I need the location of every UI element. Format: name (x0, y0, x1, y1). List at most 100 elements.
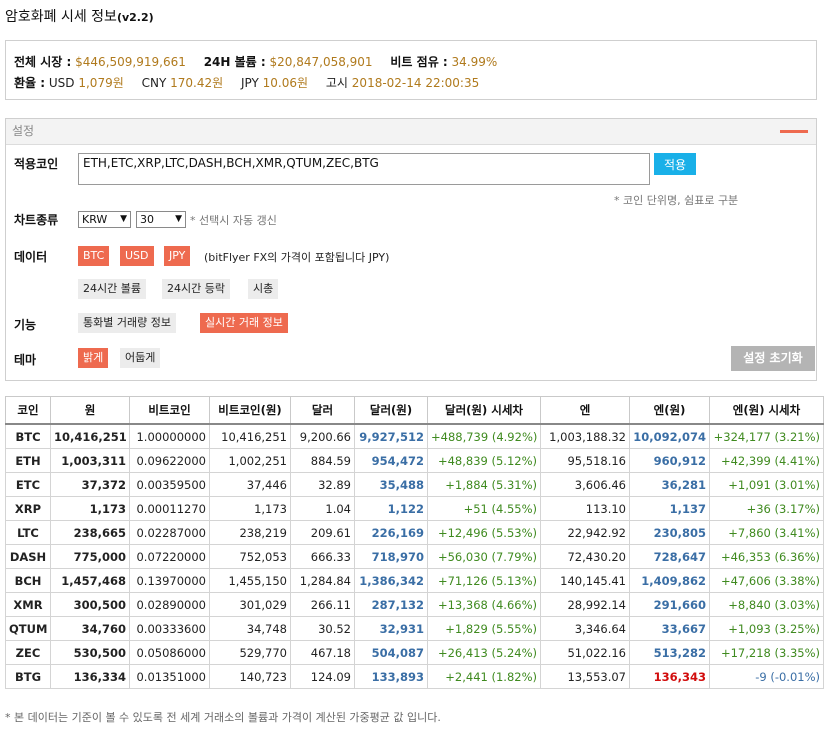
feature-label: 기능 (14, 318, 37, 332)
chart-type-label: 차트종류 (14, 213, 59, 227)
cell-btc-krw: 1,455,150 (209, 568, 291, 593)
chart-period-value: 30 (140, 213, 154, 226)
chart-hint: * 선택시 자동 갱신 (190, 214, 277, 227)
total-market-value: $446,509,919,661 (75, 55, 186, 69)
cell-coin: QTUM (5, 616, 51, 641)
cell-jpy-diff: +17,218 (3.35%) (709, 640, 824, 665)
cell-usd-diff: +51 (4.55%) (427, 496, 541, 521)
cell-jpy: 13,553.07 (540, 664, 630, 689)
cell-usd-diff: +13,368 (4.66%) (427, 592, 541, 617)
cell-jpy: 95,518.16 (540, 448, 630, 473)
feature-realtime-toggle[interactable]: 실시간 거래 정보 (200, 313, 288, 333)
cell-jpy-diff: +324,177 (3.21%) (709, 423, 824, 449)
cell-btc-krw: 752,053 (209, 544, 291, 569)
cell-usd-krw: 226,169 (354, 520, 428, 545)
cell-jpy-diff: +7,860 (3.41%) (709, 520, 824, 545)
cell-usd-krw: 35,488 (354, 472, 428, 497)
cell-btc: 0.02890000 (129, 592, 210, 617)
table-row: LTC 238,665 0.02287000 238,219 209.61 226,169… (5, 520, 824, 545)
settings-panel: 설정 적용코인 ETH,ETC,XRP,LTC,DASH,BCH,XMR,QTU… (5, 118, 817, 381)
theme-light-toggle[interactable]: 밝게 (78, 348, 109, 368)
cell-coin: LTC (5, 520, 51, 545)
cell-jpy: 3,346.64 (540, 616, 630, 641)
cell-usd-diff: +2,441 (1.82%) (427, 664, 541, 689)
data-note: (bitFlyer FX의 가격이 포함됩니다 JPY) (204, 251, 390, 264)
cell-usd-diff: +488,739 (4.92%) (427, 423, 541, 449)
cell-btc: 0.00333600 (129, 616, 210, 641)
cell-btc-krw: 34,748 (209, 616, 291, 641)
cell-jpy: 3,606.46 (540, 472, 630, 497)
cell-krw: 530,500 (50, 640, 130, 665)
cell-coin: XRP (5, 496, 51, 521)
total-market-label: 전체 시장 : (14, 55, 72, 69)
collapse-icon[interactable] (780, 130, 808, 133)
summary-line-market: 전체 시장 : $446,509,919,661 24H 볼륨 : $20,84… (14, 52, 808, 73)
cell-usd: 30.52 (290, 616, 355, 641)
chevron-down-icon: ▼ (120, 214, 127, 224)
column-header: 원 (50, 396, 130, 425)
cell-btc-krw: 529,770 (209, 640, 291, 665)
cell-jpy-diff: +42,399 (4.41%) (709, 448, 824, 473)
cell-jpy-diff: +46,353 (6.36%) (709, 544, 824, 569)
fx-label: 환율 : (14, 76, 46, 90)
cell-jpy-diff: +8,840 (3.03%) (709, 592, 824, 617)
market-summary: 전체 시장 : $446,509,919,661 24H 볼륨 : $20,84… (5, 40, 817, 100)
usd-rate: 1,079원 (78, 76, 124, 90)
option-cap-toggle[interactable]: 시총 (248, 279, 279, 299)
cell-jpy: 113.10 (540, 496, 630, 521)
feature-volume-toggle[interactable]: 통화별 거래량 정보 (78, 313, 176, 333)
column-header: 달러 (290, 396, 355, 425)
cell-usd-krw: 1,386,342 (354, 568, 428, 593)
version-label: (v2.2) (116, 11, 154, 24)
cell-coin: XMR (5, 592, 51, 617)
table-row: XMR 300,500 0.02890000 301,029 266.11 287,132… (5, 592, 824, 617)
btc-share-label: 비트 점유 : (390, 55, 448, 69)
table-row: BCH 1,457,468 0.13970000 1,455,150 1,284.84 1… (5, 568, 824, 593)
cell-usd-diff: +1,829 (5.55%) (427, 616, 541, 641)
cell-btc: 1.00000000 (129, 423, 210, 449)
table-row: ZEC 530,500 0.05086000 529,770 467.18 504,087… (5, 640, 824, 665)
cell-btc: 0.01351000 (129, 664, 210, 689)
chart-period-select[interactable]: 30 ▼ (136, 211, 186, 228)
coins-input[interactable]: ETH,ETC,XRP,LTC,DASH,BCH,XMR,QTUM,ZEC,BT… (78, 153, 650, 185)
cell-krw: 10,416,251 (50, 423, 130, 449)
cell-usd-diff: +71,126 (5.13%) (427, 568, 541, 593)
chevron-down-icon: ▼ (175, 214, 182, 224)
data-usd-toggle[interactable]: USD (120, 246, 154, 266)
cell-btc: 0.00011270 (129, 496, 210, 521)
cell-usd-diff: +12,496 (5.53%) (427, 520, 541, 545)
cell-jpy-krw: 230,805 (629, 520, 710, 545)
cell-btc-krw: 301,029 (209, 592, 291, 617)
summary-line-fx: 환율 : USD 1,079원 CNY 170.42원 JPY 10.06원 고… (14, 73, 808, 94)
chart-currency-select[interactable]: KRW ▼ (78, 211, 131, 228)
theme-dark-toggle[interactable]: 어둡게 (120, 348, 161, 368)
reset-settings-button[interactable]: 설정 초기화 (731, 346, 815, 371)
column-header: 비트코인 (129, 396, 210, 425)
settings-header-label: 설정 (12, 124, 35, 138)
cell-jpy-diff: -9 (-0.01%) (709, 664, 824, 689)
settings-header[interactable]: 설정 (6, 119, 816, 145)
price-table: 코인 원 비트코인 비트코인(원) 달러 달러(원) 달러(원) 시세차 엔 엔(원) 엔(원) … (5, 396, 824, 689)
option-change-toggle[interactable]: 24시간 등락 (162, 279, 230, 299)
data-jpy-toggle[interactable]: JPY (164, 246, 191, 266)
cell-coin: DASH (5, 544, 51, 569)
cell-btc-krw: 140,723 (209, 664, 291, 689)
cell-coin: BTG (5, 664, 51, 689)
notice-time: 2018-02-14 22:00:35 (351, 76, 480, 90)
cell-krw: 1,457,468 (50, 568, 130, 593)
column-header: 비트코인(원) (209, 396, 291, 425)
cell-usd: 1.04 (290, 496, 355, 521)
cell-jpy: 51,022.16 (540, 640, 630, 665)
option-volume-toggle[interactable]: 24시간 볼륨 (78, 279, 146, 299)
cell-jpy-krw: 291,660 (629, 592, 710, 617)
cell-jpy-krw: 960,912 (629, 448, 710, 473)
cell-usd-krw: 133,893 (354, 664, 428, 689)
apply-button[interactable]: 적용 (654, 153, 696, 175)
data-btc-toggle[interactable]: BTC (78, 246, 110, 266)
cell-jpy-diff: +47,606 (3.38%) (709, 568, 824, 593)
cny-rate: 170.42원 (170, 76, 224, 90)
cell-usd-diff: +26,413 (5.24%) (427, 640, 541, 665)
cell-coin: ETC (5, 472, 51, 497)
notice-label: 고시 (325, 76, 348, 90)
cell-usd: 1,284.84 (290, 568, 355, 593)
